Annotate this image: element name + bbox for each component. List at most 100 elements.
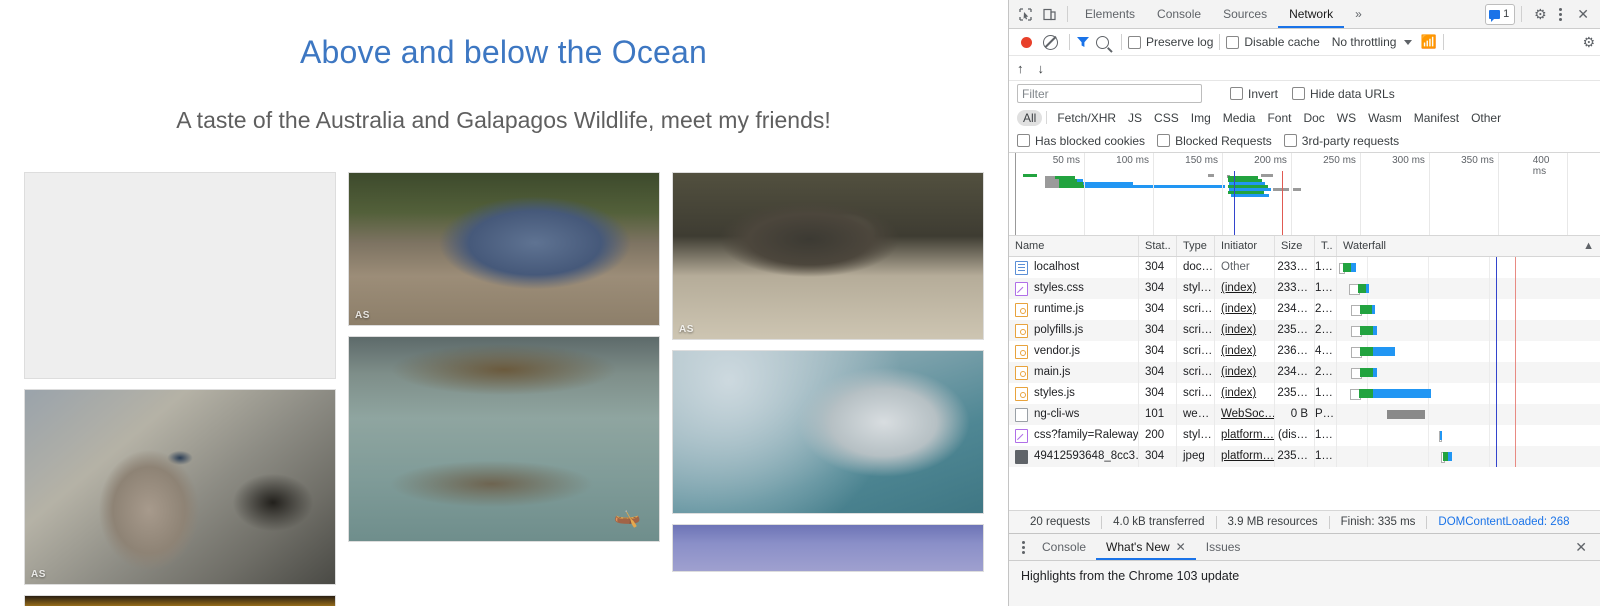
search-icon[interactable]	[1096, 36, 1109, 49]
initiator-link[interactable]: WebSoc…	[1221, 408, 1275, 420]
chevron-down-icon[interactable]	[1404, 40, 1412, 45]
type-filter-font[interactable]: Font	[1261, 110, 1297, 126]
type-filter-js[interactable]: JS	[1122, 110, 1148, 126]
import-har-icon[interactable]: ↑	[1017, 61, 1024, 76]
cell-name[interactable]: ng-cli-ws	[1009, 404, 1139, 425]
initiator-link[interactable]: (index)	[1221, 387, 1256, 399]
initiator-link[interactable]: (index)	[1221, 366, 1256, 378]
type-filter-fetch-xhr[interactable]: Fetch/XHR	[1051, 110, 1122, 126]
cell-name[interactable]: polyfills.js	[1009, 320, 1139, 341]
table-row[interactable]: 49412593648_8cc3…304jpegplatform…235…1…	[1009, 446, 1600, 467]
tab-network[interactable]: Network	[1278, 0, 1344, 28]
filter-input[interactable]	[1017, 84, 1202, 103]
cell-name[interactable]: runtime.js	[1009, 299, 1139, 320]
initiator-link[interactable]: platform…	[1221, 450, 1274, 462]
type-filter-other[interactable]: Other	[1465, 110, 1507, 126]
photo-marine-iguana[interactable]: AS	[672, 172, 984, 340]
sort-indicator-icon[interactable]: ▲	[1583, 236, 1594, 256]
table-row[interactable]: vendor.js304scri…(index)236…4…	[1009, 341, 1600, 362]
cell-name[interactable]: localhost	[1009, 257, 1139, 278]
preserve-log-checkbox[interactable]	[1128, 36, 1141, 49]
column-header-t[interactable]: T..	[1315, 236, 1337, 256]
clear-button[interactable]	[1043, 35, 1058, 50]
cell-name[interactable]: styles.js	[1009, 383, 1139, 404]
third-party-requests-label[interactable]: 3rd-party requests	[1302, 134, 1399, 148]
column-header-stat[interactable]: Stat..	[1139, 236, 1177, 256]
close-devtools-icon[interactable]: ✕	[1569, 6, 1597, 23]
export-har-icon[interactable]: ↓	[1038, 61, 1045, 76]
photo-manta-ray[interactable]	[672, 350, 984, 514]
table-row[interactable]: css?family=Raleway200styl…platform…(dis……	[1009, 425, 1600, 446]
drawer-tab-issues[interactable]: Issues	[1196, 534, 1251, 560]
initiator-link[interactable]: (index)	[1221, 345, 1256, 357]
blocked-requests-label[interactable]: Blocked Requests	[1175, 134, 1272, 148]
table-row[interactable]: main.js304scri…(index)234…2…	[1009, 362, 1600, 383]
type-filter-manifest[interactable]: Manifest	[1408, 110, 1465, 126]
photo-galapagos-tortoise[interactable]: AS	[348, 172, 660, 326]
more-options-icon[interactable]	[1552, 8, 1569, 21]
blocked-requests-checkbox[interactable]	[1157, 134, 1170, 147]
table-row[interactable]: styles.js304scri…(index)235…1…	[1009, 383, 1600, 404]
close-icon[interactable]: ✕	[1176, 534, 1186, 560]
network-conditions-icon[interactable]: 📶	[1420, 34, 1436, 50]
photo-whale-shark[interactable]: 🛶	[348, 336, 660, 542]
column-header-size[interactable]: Size	[1275, 236, 1315, 256]
table-row[interactable]: runtime.js304scri…(index)234…2…	[1009, 299, 1600, 320]
column-header-waterfall[interactable]: Waterfall▲	[1337, 236, 1600, 256]
column-header-name[interactable]: Name	[1009, 236, 1139, 256]
table-row[interactable]: polyfills.js304scri…(index)235…2…	[1009, 320, 1600, 341]
initiator-link[interactable]: (index)	[1221, 324, 1256, 336]
type-filter-img[interactable]: Img	[1185, 110, 1217, 126]
type-filter-css[interactable]: CSS	[1148, 110, 1185, 126]
close-drawer-icon[interactable]: ✕	[1567, 539, 1595, 556]
cell-name[interactable]: styles.css	[1009, 278, 1139, 299]
cell-name[interactable]: 49412593648_8cc3…	[1009, 446, 1139, 467]
type-filter-all[interactable]: All	[1017, 110, 1042, 126]
has-blocked-cookies-label[interactable]: Has blocked cookies	[1035, 134, 1145, 148]
tab-console[interactable]: Console	[1146, 0, 1212, 28]
more-tabs-chevron[interactable]: »	[1344, 0, 1373, 28]
network-settings-gear-icon[interactable]: ⚙	[1582, 34, 1595, 51]
settings-gear-icon[interactable]: ⚙	[1528, 3, 1552, 25]
disable-cache-label[interactable]: Disable cache	[1244, 35, 1319, 49]
filter-icon[interactable]	[1076, 36, 1090, 48]
initiator-link[interactable]: (index)	[1221, 282, 1256, 294]
preserve-log-label[interactable]: Preserve log	[1146, 35, 1213, 49]
column-header-initiator[interactable]: Initiator	[1215, 236, 1275, 256]
invert-label[interactable]: Invert	[1248, 87, 1278, 101]
table-row[interactable]: styles.css304styl…(index)233…1…	[1009, 278, 1600, 299]
drawer-tab-console[interactable]: Console	[1032, 534, 1096, 560]
type-filter-doc[interactable]: Doc	[1297, 110, 1330, 126]
network-overview-timeline[interactable]: 50 ms100 ms150 ms200 ms250 ms300 ms350 m…	[1009, 153, 1600, 236]
initiator-link[interactable]: (index)	[1221, 303, 1256, 315]
disable-cache-checkbox[interactable]	[1226, 36, 1239, 49]
has-blocked-cookies-checkbox[interactable]	[1017, 134, 1030, 147]
photo-sunset-ocean[interactable]	[24, 595, 336, 606]
hide-data-urls-checkbox[interactable]	[1292, 87, 1305, 100]
third-party-requests-checkbox[interactable]	[1284, 134, 1297, 147]
table-row[interactable]: ng-cli-ws101we…WebSoc…0 BP…	[1009, 404, 1600, 425]
cell-name[interactable]: css?family=Raleway	[1009, 425, 1139, 446]
message-count-badge[interactable]: 1	[1485, 4, 1515, 25]
hide-data-urls-label[interactable]: Hide data URLs	[1310, 87, 1395, 101]
column-header-type[interactable]: Type	[1177, 236, 1215, 256]
photo-koala[interactable]	[24, 172, 336, 379]
photo-red-footed-booby[interactable]: AS	[24, 389, 336, 585]
type-filter-wasm[interactable]: Wasm	[1362, 110, 1408, 126]
table-row[interactable]: localhost304doc…Other233…1…	[1009, 257, 1600, 278]
throttling-select[interactable]: No throttling	[1332, 35, 1397, 49]
type-filter-ws[interactable]: WS	[1331, 110, 1362, 126]
cell-name[interactable]: vendor.js	[1009, 341, 1139, 362]
inspect-icon[interactable]	[1013, 3, 1037, 25]
record-button[interactable]	[1021, 37, 1032, 48]
invert-checkbox[interactable]	[1230, 87, 1243, 100]
tab-sources[interactable]: Sources	[1212, 0, 1278, 28]
table-body[interactable]: localhost304doc…Other233…1…styles.css304…	[1009, 257, 1600, 510]
type-filter-media[interactable]: Media	[1217, 110, 1262, 126]
device-toolbar-icon[interactable]	[1037, 3, 1061, 25]
cell-name[interactable]: main.js	[1009, 362, 1139, 383]
initiator-link[interactable]: platform…	[1221, 429, 1274, 441]
drawer-tab-whats-new[interactable]: What's New ✕	[1096, 534, 1196, 560]
tab-elements[interactable]: Elements	[1074, 0, 1146, 28]
photo-reef-surface[interactable]	[672, 524, 984, 572]
